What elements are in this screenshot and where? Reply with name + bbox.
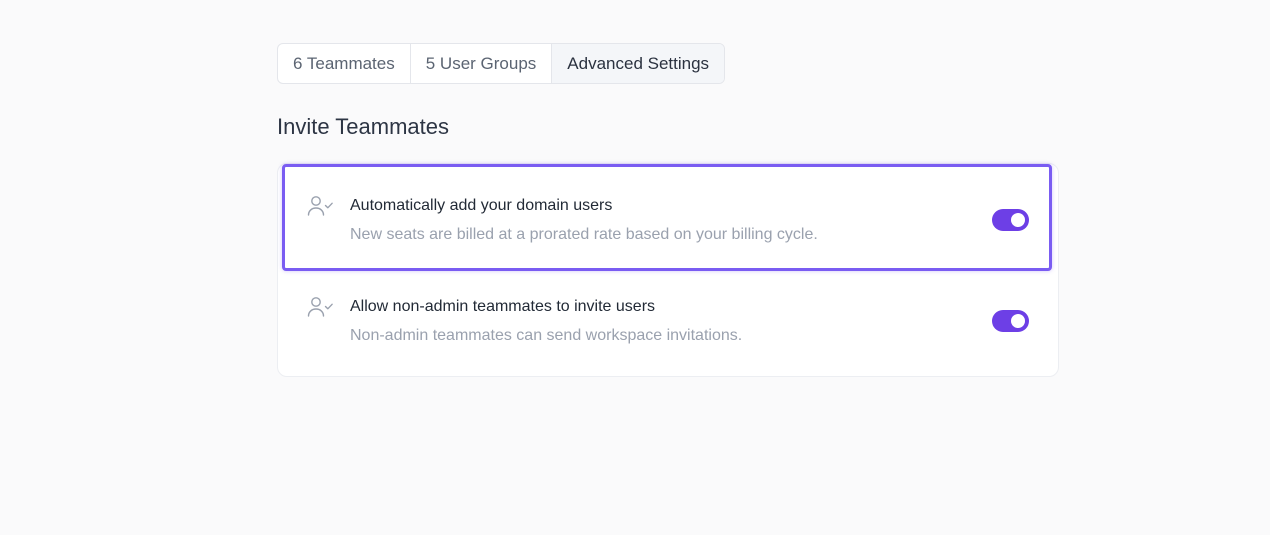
user-check-icon [307, 295, 335, 319]
user-check-icon [307, 194, 335, 218]
setting-description: New seats are billed at a prorated rate … [350, 226, 818, 243]
page: 6 Teammates 5 User Groups Advanced Setti… [0, 0, 1270, 535]
allow-non-admin-invites-toggle[interactable] [992, 310, 1029, 332]
setting-description: Non-admin teammates can send workspace i… [350, 327, 743, 344]
invite-settings-card: Automatically add your domain users New … [277, 163, 1059, 377]
setting-title: Automatically add your domain users [350, 197, 613, 214]
toggle-knob [1011, 213, 1025, 227]
auto-add-domain-users-toggle[interactable] [992, 209, 1029, 231]
section-title: Invite Teammates [277, 114, 450, 139]
tab-teammates[interactable]: 6 Teammates [278, 44, 411, 83]
setting-title: Allow non-admin teammates to invite user… [350, 298, 656, 315]
setting-row-allow-non-admin-invites: Allow non-admin teammates to invite user… [278, 265, 1058, 365]
settings-tabs: 6 Teammates 5 User Groups Advanced Setti… [277, 43, 726, 84]
toggle-knob [1011, 314, 1025, 328]
tab-advanced-settings[interactable]: Advanced Settings [552, 44, 725, 83]
tab-user-groups[interactable]: 5 User Groups [411, 44, 553, 83]
setting-row-auto-add-domain-users: Automatically add your domain users New … [278, 164, 1058, 264]
